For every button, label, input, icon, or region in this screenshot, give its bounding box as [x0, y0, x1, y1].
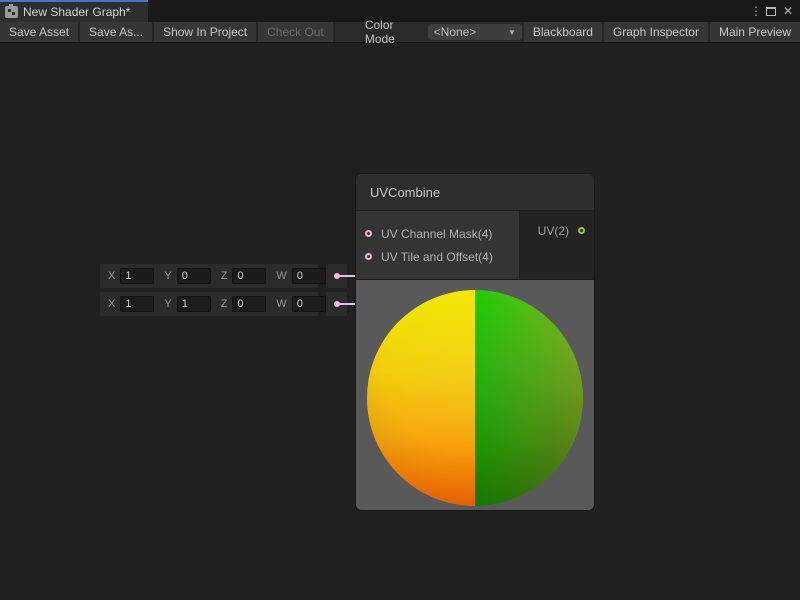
shader-graph-toolbar: Save Asset Save As... Show In Project Ch…: [0, 22, 800, 43]
uv-channel-mask-port-icon[interactable]: [365, 230, 372, 237]
color-mode-group: Color Mode <None> ▼: [335, 22, 522, 42]
color-mode-label: Color Mode: [365, 18, 420, 46]
close-icon[interactable]: ✕: [782, 4, 794, 18]
graph-canvas[interactable]: X 1 Y 0 Z 0 W 0 X 1 Y 1 Z 0: [0, 43, 800, 600]
show-in-project-button[interactable]: Show In Project: [154, 22, 258, 42]
node-output-panel: UV(2): [520, 211, 594, 279]
tab-new-shader-graph[interactable]: New Shader Graph*: [0, 0, 148, 22]
vector1-y-input[interactable]: 0: [177, 268, 211, 284]
vector-field-group: W 0: [276, 268, 325, 284]
vector-field-group: Y 0: [164, 268, 210, 284]
field-label-y: Y: [164, 298, 171, 310]
node-title: UVCombine: [370, 185, 440, 200]
check-out-button: Check Out: [258, 22, 335, 42]
vector2-w-input[interactable]: 0: [292, 296, 326, 312]
node-input-panel: UV Channel Mask(4) UV Tile and Offset(4): [356, 211, 520, 279]
chevron-down-icon: ▼: [508, 28, 516, 37]
vector4-node-2[interactable]: X 1 Y 1 Z 0 W 0: [100, 292, 318, 316]
field-label-x: X: [108, 298, 115, 310]
shader-graph-asset-icon: [5, 6, 18, 18]
color-mode-dropdown[interactable]: <None> ▼: [428, 24, 522, 40]
output-port-row: UV(2): [538, 224, 585, 237]
vector-field-group: X 1: [108, 268, 154, 284]
vector2-x-input[interactable]: 1: [120, 296, 154, 312]
uv-output-port-icon[interactable]: [578, 227, 585, 234]
uvcombine-node[interactable]: UVCombine UV Channel Mask(4) UV Tile and…: [355, 173, 595, 511]
input-port-label: UV Tile and Offset(4): [381, 250, 493, 264]
window-menu-icon[interactable]: ⋮: [750, 4, 760, 18]
blackboard-toggle-button[interactable]: Blackboard: [522, 22, 602, 42]
graph-inspector-toggle-button[interactable]: Graph Inspector: [602, 22, 708, 42]
vector2-z-input[interactable]: 0: [232, 296, 266, 312]
maximize-icon[interactable]: [766, 7, 776, 16]
sphere-right-half: [475, 290, 583, 506]
main-preview-toggle-button[interactable]: Main Preview: [708, 22, 800, 42]
color-mode-value: <None>: [434, 25, 477, 39]
field-label-y: Y: [164, 270, 171, 282]
save-asset-button[interactable]: Save Asset: [0, 22, 80, 42]
vector1-w-input[interactable]: 0: [292, 268, 326, 284]
window-controls: ⋮ ✕: [750, 0, 800, 22]
input-port-label: UV Channel Mask(4): [381, 227, 492, 241]
save-as-button[interactable]: Save As...: [80, 22, 154, 42]
vector-field-group: X 1: [108, 296, 154, 312]
vector-field-group: W 0: [276, 296, 325, 312]
output-port-label: UV(2): [538, 224, 569, 238]
toolbar-right-group: Blackboard Graph Inspector Main Preview: [522, 22, 800, 42]
sphere-left-half: [367, 290, 475, 506]
vector-field-group: Y 1: [164, 296, 210, 312]
node-preview-sphere: [367, 290, 583, 506]
vector4-node-1[interactable]: X 1 Y 0 Z 0 W 0: [100, 264, 318, 288]
uv-tile-offset-port-icon[interactable]: [365, 253, 372, 260]
field-label-z: Z: [221, 270, 228, 282]
field-label-w: W: [276, 298, 286, 310]
vector-field-group: Z 0: [221, 268, 267, 284]
input-port-row: UV Tile and Offset(4): [365, 250, 519, 264]
node-body: UV Channel Mask(4) UV Tile and Offset(4)…: [356, 211, 594, 279]
vector1-x-input[interactable]: 1: [120, 268, 154, 284]
input-port-row: UV Channel Mask(4): [365, 227, 519, 241]
vector2-y-input[interactable]: 1: [177, 296, 211, 312]
node-header[interactable]: UVCombine: [356, 174, 594, 211]
field-label-z: Z: [221, 298, 228, 310]
tab-title: New Shader Graph*: [23, 5, 130, 19]
vector-field-group: Z 0: [221, 296, 267, 312]
field-label-x: X: [108, 270, 115, 282]
node-preview: [356, 279, 594, 510]
vector1-z-input[interactable]: 0: [232, 268, 266, 284]
field-label-w: W: [276, 270, 286, 282]
